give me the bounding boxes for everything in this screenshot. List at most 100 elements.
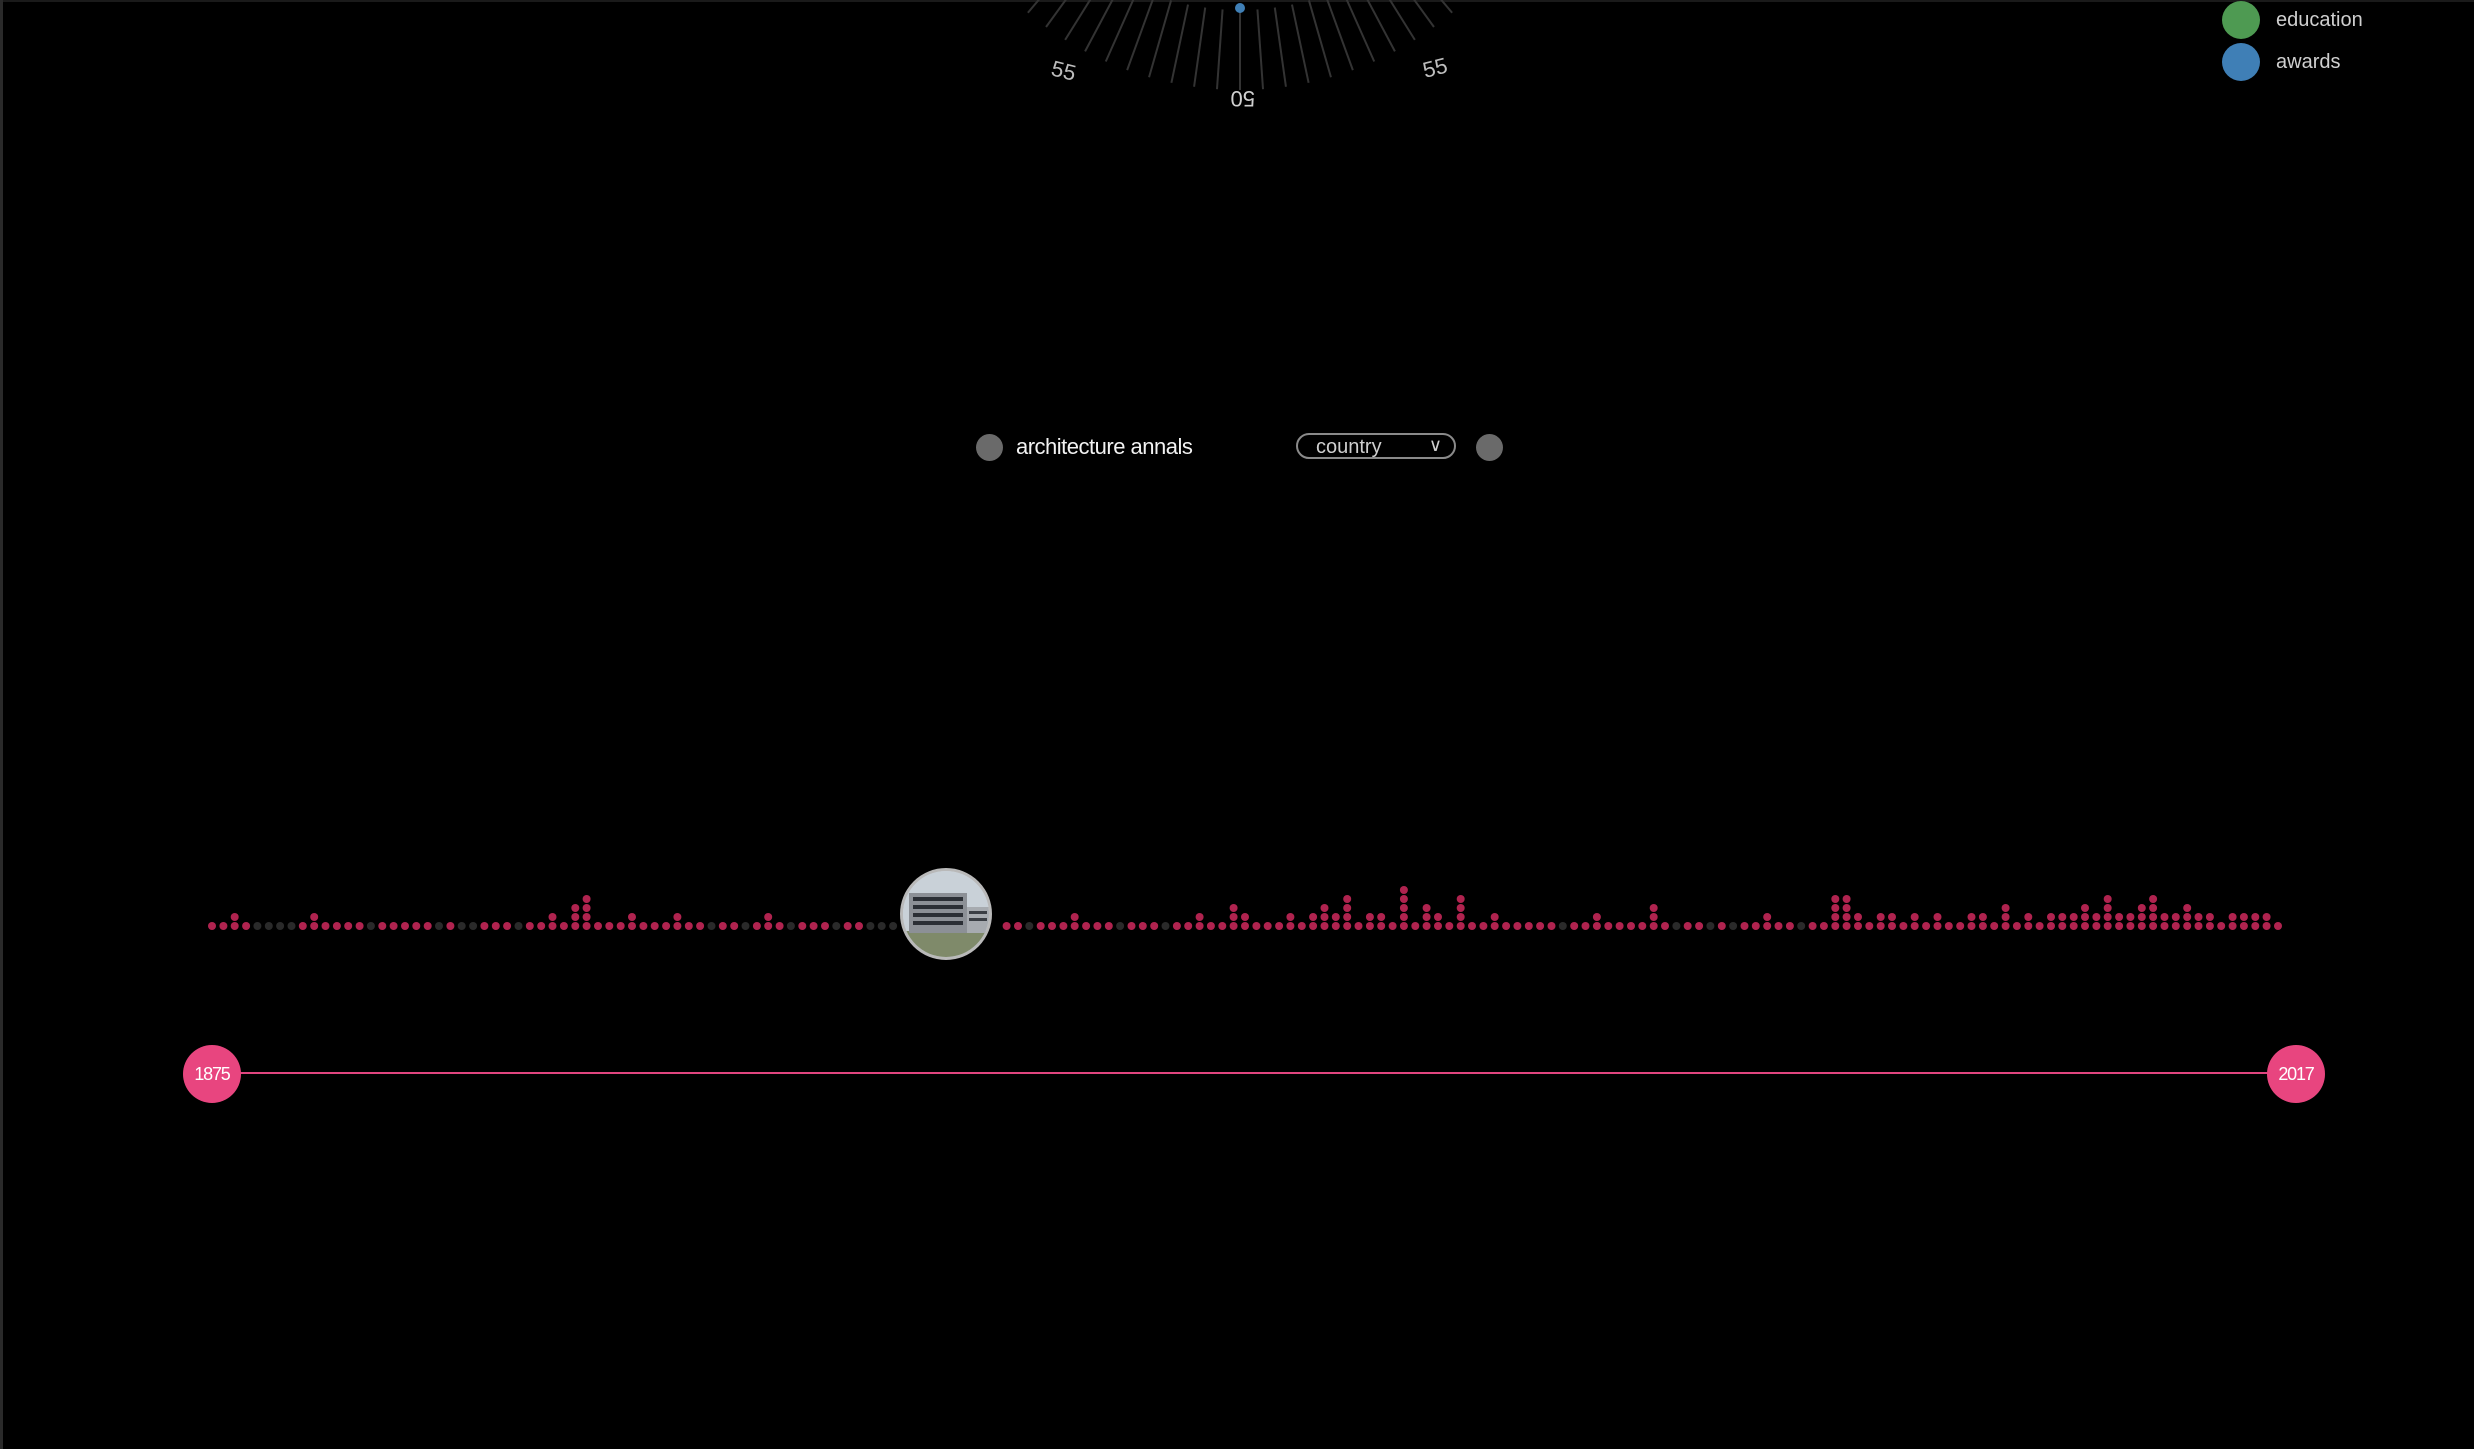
timeline-dot[interactable] — [537, 922, 546, 930]
timeline-dot[interactable] — [1944, 922, 1953, 930]
timeline-dot[interactable] — [1524, 922, 1533, 930]
timeline-dot[interactable] — [401, 922, 409, 930]
timeline-dot[interactable] — [378, 922, 387, 930]
timeline-dot[interactable] — [2251, 922, 2260, 930]
timeline-dot[interactable] — [2001, 904, 2010, 912]
timeline-dot[interactable] — [2126, 913, 2135, 921]
timeline-dot[interactable] — [1411, 922, 1420, 930]
timeline-dot[interactable] — [1729, 922, 1738, 930]
timeline-dot[interactable] — [2035, 922, 2044, 930]
timeline-dot[interactable] — [1922, 922, 1931, 930]
timeline-dot[interactable] — [559, 922, 568, 930]
timeline-dot[interactable] — [1229, 922, 1238, 930]
timeline-dot[interactable] — [219, 922, 228, 930]
timeline-dot[interactable] — [242, 922, 251, 930]
timeline-dot[interactable] — [2194, 922, 2203, 930]
timeline-dot[interactable] — [855, 922, 863, 930]
timeline-dot[interactable] — [435, 922, 443, 930]
timeline-dot[interactable] — [514, 922, 523, 930]
timeline-dot[interactable] — [1082, 922, 1091, 930]
timeline-dot[interactable] — [707, 922, 716, 930]
timeline-dot[interactable] — [877, 922, 886, 930]
timeline-dot[interactable] — [1070, 922, 1079, 930]
legend-item-awards[interactable]: awards — [2222, 42, 2340, 82]
timeline-dot[interactable] — [469, 922, 478, 930]
timeline-dot[interactable] — [1956, 922, 1965, 930]
timeline-dot[interactable] — [2160, 922, 2169, 930]
timeline-dot[interactable] — [2262, 913, 2271, 921]
timeline-dot[interactable] — [2239, 922, 2248, 930]
timeline-dot[interactable] — [2160, 913, 2169, 921]
timeline-dot[interactable] — [230, 922, 239, 930]
timeline-dot[interactable] — [548, 913, 557, 921]
timeline-dot[interactable] — [1286, 913, 1295, 921]
timeline-dot[interactable] — [1831, 913, 1840, 921]
timeline-dot[interactable] — [2251, 913, 2260, 921]
timeline-dot[interactable] — [389, 922, 398, 930]
timeline-dot[interactable] — [491, 922, 500, 930]
select-toggle[interactable] — [1476, 434, 1503, 461]
timeline-dot[interactable] — [582, 913, 591, 921]
timeline-dot[interactable] — [718, 922, 727, 930]
timeline-dot[interactable] — [525, 922, 534, 930]
timeline-dot[interactable] — [662, 922, 671, 930]
timeline-dot[interactable] — [1876, 922, 1885, 930]
timeline-dot[interactable] — [1842, 913, 1851, 921]
timeline-dot[interactable] — [673, 922, 682, 930]
timeline-dot[interactable] — [298, 922, 307, 930]
timeline-dot[interactable] — [1434, 922, 1442, 930]
timeline-dot[interactable] — [1343, 904, 1352, 912]
timeline-dot[interactable] — [832, 922, 841, 930]
timeline-dot[interactable] — [1876, 913, 1885, 921]
timeline-dot[interactable] — [2047, 922, 2055, 930]
timeline-dot[interactable] — [1138, 922, 1147, 930]
timeline-dot[interactable] — [1672, 922, 1681, 930]
timeline-dot[interactable] — [1774, 922, 1783, 930]
timeline-dot[interactable] — [1456, 922, 1465, 930]
timeline-dot[interactable] — [2024, 922, 2033, 930]
timeline-dot[interactable] — [571, 913, 580, 921]
timeline-dot[interactable] — [1638, 922, 1647, 930]
timeline-dot[interactable] — [866, 922, 875, 930]
timeline-dot[interactable] — [1649, 913, 1658, 921]
timeline-dot[interactable] — [1558, 922, 1567, 930]
timeline-dot[interactable] — [1399, 895, 1408, 903]
timeline-dot[interactable] — [1649, 922, 1658, 930]
country-select[interactable]: country ∨ — [1296, 433, 1456, 459]
timeline-dot[interactable] — [1990, 922, 1999, 930]
timeline-dot[interactable] — [1241, 922, 1249, 930]
timeline-dot[interactable] — [264, 922, 273, 930]
timeline-dot[interactable] — [1490, 913, 1499, 921]
timeline-dot[interactable] — [1377, 913, 1386, 921]
timeline-dot[interactable] — [1547, 922, 1556, 930]
end-year-handle[interactable]: 2017 — [2267, 1045, 2325, 1103]
timeline-dot[interactable] — [1320, 904, 1329, 912]
timeline-dot[interactable] — [889, 922, 898, 930]
timeline-dot[interactable] — [1649, 904, 1658, 912]
timeline-dot[interactable] — [730, 922, 739, 930]
timeline-dot[interactable] — [1172, 922, 1181, 930]
timeline-dot[interactable] — [2194, 913, 2203, 921]
timeline-dot[interactable] — [1615, 922, 1624, 930]
timeline-dot[interactable] — [786, 922, 795, 930]
legend-item-education[interactable]: education — [2222, 0, 2363, 40]
timeline-dot[interactable] — [1252, 922, 1261, 930]
timeline-dot[interactable] — [1241, 913, 1249, 921]
timeline-dot[interactable] — [1854, 913, 1862, 921]
timeline-dot[interactable] — [696, 922, 705, 930]
timeline-dot[interactable] — [2047, 913, 2055, 921]
start-year-handle[interactable]: 1875 — [183, 1045, 241, 1103]
timeline-dot[interactable] — [1399, 904, 1408, 912]
timeline-dot[interactable] — [616, 922, 625, 930]
timeline-dot[interactable] — [1275, 922, 1284, 930]
timeline-dot[interactable] — [2012, 922, 2021, 930]
timeline-dot[interactable] — [1195, 922, 1204, 930]
timeline-dot[interactable] — [2092, 913, 2101, 921]
timeline-dot[interactable] — [2205, 913, 2214, 921]
timeline-dot[interactable] — [2092, 922, 2101, 930]
timeline-dot[interactable] — [1490, 922, 1499, 930]
timeline-dot[interactable] — [1399, 886, 1408, 894]
timeline-dot[interactable] — [1785, 922, 1794, 930]
year-range-track[interactable] — [212, 1072, 2296, 1074]
timeline-dot[interactable] — [1263, 922, 1272, 930]
